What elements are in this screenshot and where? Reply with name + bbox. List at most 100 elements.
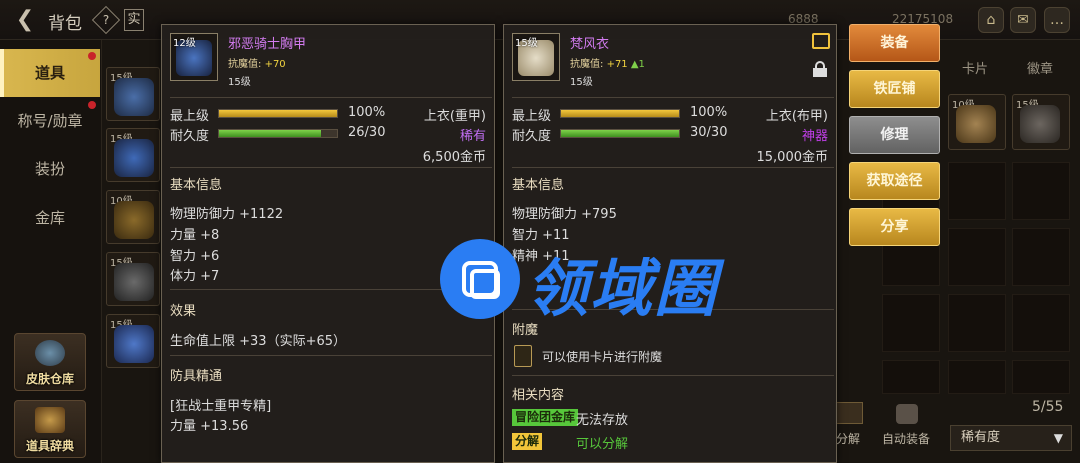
inventory-slot[interactable]: 10级	[948, 94, 1006, 150]
durability-value: 26/30	[348, 125, 386, 140]
tab-badges[interactable]: 徽章	[1027, 58, 1053, 77]
lamp-icon	[35, 340, 65, 366]
empty-slot[interactable]	[1012, 162, 1070, 220]
decompose-tag: 分解	[512, 433, 543, 450]
resist-value: +70	[264, 59, 286, 70]
armor-icon	[956, 105, 996, 143]
bag-icon[interactable]: ⌂	[978, 7, 1004, 33]
share-icon[interactable]	[812, 33, 830, 49]
durability-bar	[560, 129, 680, 138]
empty-slot[interactable]	[882, 360, 940, 394]
mastery-name: [狂战士重甲专精]	[170, 399, 272, 414]
empty-slot[interactable]	[1012, 360, 1070, 394]
resist-delta: ▲1	[630, 59, 645, 70]
equip-button[interactable]: 装备	[849, 24, 940, 62]
section-related: 相关内容	[512, 388, 565, 403]
grade-bar	[560, 109, 680, 118]
notification-dot	[88, 52, 96, 60]
empty-slot[interactable]	[948, 294, 1006, 352]
inventory-slot[interactable]: 10级	[106, 190, 160, 244]
empty-slot[interactable]	[1012, 294, 1070, 352]
inventory-count: 5/55	[1032, 399, 1064, 415]
tab-cards[interactable]: 卡片	[962, 58, 988, 77]
watermark-text: 领域圈	[526, 252, 719, 325]
divider	[512, 97, 834, 98]
sort-select[interactable]: 稀有度 ▼	[950, 425, 1072, 451]
item-tooltip-current: 12级 邪恶骑士胸甲 抗魔值: +70 15级 最上级 100% 上衣(重甲) …	[161, 24, 495, 463]
skin-storage-button[interactable]: 皮肤仓库	[14, 333, 86, 391]
item-icon-box: 15级	[512, 33, 560, 81]
durability-value: 30/30	[690, 125, 728, 140]
inventory-slot[interactable]: 15级	[106, 128, 160, 182]
skin-storage-label: 皮肤仓库	[25, 372, 74, 386]
obtain-method-button[interactable]: 获取途径	[849, 162, 940, 200]
grade-fill	[561, 110, 679, 117]
nav-item-vault[interactable]: 金库	[0, 194, 100, 242]
divider	[170, 355, 492, 356]
repair-button[interactable]: 修理	[849, 116, 940, 154]
real-name-icon[interactable]: 实	[124, 9, 144, 31]
book-icon	[35, 407, 65, 433]
item-dictionary-label: 道具辞典	[25, 439, 74, 453]
page-title: 背包	[48, 14, 82, 34]
durability-label: 耐久度	[170, 129, 210, 144]
section-effect: 效果	[170, 304, 197, 319]
decompose-icon[interactable]	[835, 402, 863, 424]
grade-value: 100%	[348, 105, 386, 120]
resist-label: 抗魔值:	[228, 59, 262, 70]
nav-item-items[interactable]: 道具	[0, 49, 100, 97]
section-armor-mastery: 防具精通	[170, 369, 223, 384]
inventory-slot[interactable]: 15级	[106, 314, 160, 368]
empty-slot[interactable]	[948, 228, 1006, 286]
price: 15,000金币	[756, 150, 829, 165]
empty-slot[interactable]	[882, 294, 940, 352]
card-slot-icon	[514, 345, 532, 367]
effect-line: 生命值上限 +33（实际+65）	[170, 334, 347, 349]
nav-item-outfit[interactable]: 装扮	[0, 145, 100, 193]
stat-line: 体力 +7	[170, 269, 220, 284]
grade-bar	[218, 109, 338, 118]
armor-icon	[896, 404, 918, 424]
inventory-slot[interactable]: 15级	[106, 252, 160, 306]
auto-equip-button[interactable]: 自动装备	[882, 430, 930, 447]
durability-fill	[561, 130, 679, 137]
item-level: 15级	[570, 77, 593, 88]
share-button[interactable]: 分享	[849, 208, 940, 246]
blacksmith-button[interactable]: 铁匠铺	[849, 70, 940, 108]
stat-line: 力量 +8	[170, 228, 220, 243]
mail-icon[interactable]: ✉	[1010, 7, 1036, 33]
magic-resist: 抗魔值: +71 ▲1	[570, 55, 645, 70]
vault-text: 无法存放	[576, 413, 629, 428]
chevron-left-icon: ❮	[15, 7, 35, 32]
empty-slot[interactable]	[948, 360, 1006, 394]
decompose-label[interactable]: 分解	[836, 430, 860, 447]
rarity-label: 神器	[801, 129, 828, 144]
item-dictionary-button[interactable]: 道具辞典	[14, 400, 86, 458]
empty-slot[interactable]	[948, 162, 1006, 220]
resist-value: +71	[606, 59, 628, 70]
divider	[512, 375, 834, 376]
durability-bar	[218, 129, 338, 138]
armor-icon	[114, 139, 154, 177]
help-glyph: ?	[102, 13, 110, 27]
divider	[170, 97, 492, 98]
icon-level: 12级	[173, 38, 196, 49]
stat-line: 智力 +6	[170, 249, 220, 264]
watermark-logo-icon	[440, 239, 520, 319]
chat-icon[interactable]: …	[1044, 7, 1070, 33]
belt-icon	[114, 263, 154, 301]
section-basic-info: 基本信息	[170, 178, 223, 193]
lock-icon[interactable]	[813, 61, 827, 77]
stat-line: 物理防御力 +795	[512, 207, 617, 222]
notification-dot	[88, 101, 96, 109]
decompose-text: 可以分解	[576, 437, 629, 452]
inventory-slot[interactable]: 15级	[1012, 94, 1070, 150]
durability-fill	[219, 130, 322, 137]
empty-slot[interactable]	[1012, 228, 1070, 286]
grade-fill	[219, 110, 337, 117]
inventory-slot[interactable]: 15级	[106, 67, 160, 121]
enchant-text: 可以使用卡片进行附魔	[542, 350, 663, 364]
back-button[interactable]: ❮	[8, 6, 42, 34]
nav-item-titles[interactable]: 称号/勋章	[0, 97, 100, 145]
stat-line: 物理防御力 +1122	[170, 207, 284, 222]
